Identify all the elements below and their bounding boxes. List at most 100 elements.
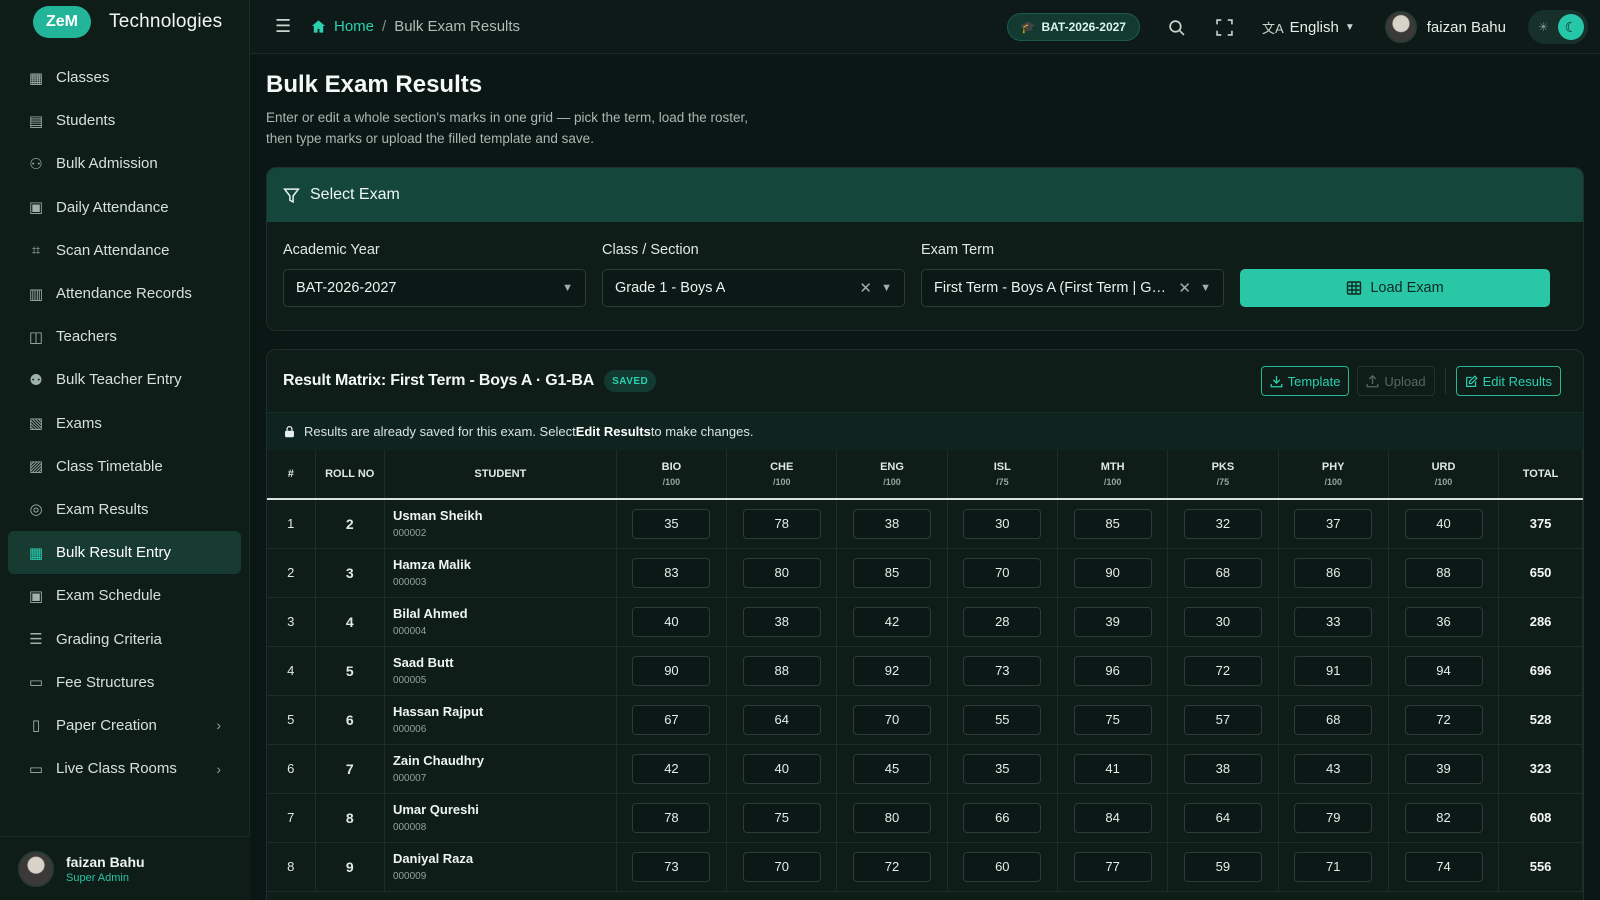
mark-input-che[interactable]: 38 xyxy=(742,606,821,637)
theme-toggle[interactable]: ☀ ☾ xyxy=(1528,10,1588,44)
clear-icon[interactable]: ✕ xyxy=(1178,279,1191,297)
mark-input-pks[interactable]: 30 xyxy=(1183,606,1262,637)
sidebar-item-paper-creation[interactable]: ▯ Paper Creation › xyxy=(0,704,249,747)
class-section-select[interactable]: Grade 1 - Boys A ✕ ▼ xyxy=(602,269,905,307)
sidebar-item-exams[interactable]: ▧ Exams xyxy=(0,402,249,445)
mark-input-bio[interactable]: 35 xyxy=(632,508,711,539)
sidebar-item-grading-criteria[interactable]: ☰ Grading Criteria xyxy=(0,617,249,660)
mark-input-che[interactable]: 70 xyxy=(742,851,821,882)
mark-input-che[interactable]: 64 xyxy=(742,704,821,735)
mark-input-eng[interactable]: 85 xyxy=(853,557,932,588)
mark-input-bio[interactable]: 73 xyxy=(632,851,711,882)
mark-input-isl[interactable]: 66 xyxy=(963,802,1042,833)
mark-input-mth[interactable]: 41 xyxy=(1073,753,1152,784)
mark-input-mth[interactable]: 39 xyxy=(1073,606,1152,637)
sidebar-item-class-timetable[interactable]: ▨ Class Timetable xyxy=(0,445,249,488)
sidebar-item-scan-attendance[interactable]: ⌗ Scan Attendance xyxy=(0,229,249,272)
mark-input-pks[interactable]: 32 xyxy=(1183,508,1262,539)
mark-input-isl[interactable]: 30 xyxy=(963,508,1042,539)
sidebar-item-exam-schedule[interactable]: ▣ Exam Schedule xyxy=(0,574,249,617)
sidebar-item-exam-results[interactable]: ◎ Exam Results xyxy=(0,488,249,531)
mark-input-pks[interactable]: 64 xyxy=(1183,802,1262,833)
sidebar-item-bulk-result-entry[interactable]: ▦ Bulk Result Entry xyxy=(8,531,241,575)
sidebar-item-bulk-admission[interactable]: ⚇ Bulk Admission xyxy=(0,142,249,185)
mark-input-eng[interactable]: 45 xyxy=(853,753,932,784)
sidebar-item-teachers[interactable]: ◫ Teachers xyxy=(0,315,249,358)
sidebar-item-bulk-teacher-entry[interactable]: ⚉ Bulk Teacher Entry xyxy=(0,358,249,401)
mark-input-urd[interactable]: 39 xyxy=(1404,753,1483,784)
mark-input-mth[interactable]: 75 xyxy=(1073,704,1152,735)
mark-input-eng[interactable]: 38 xyxy=(853,508,932,539)
mark-input-mth[interactable]: 90 xyxy=(1073,557,1152,588)
mark-input-mth[interactable]: 96 xyxy=(1073,655,1152,686)
mark-input-che[interactable]: 80 xyxy=(742,557,821,588)
mark-input-pks[interactable]: 57 xyxy=(1183,704,1262,735)
edit-results-button[interactable]: Edit Results xyxy=(1455,366,1561,396)
mark-input-mth[interactable]: 77 xyxy=(1073,851,1152,882)
mark-input-phy[interactable]: 91 xyxy=(1294,655,1373,686)
breadcrumb-home[interactable]: Home xyxy=(311,18,374,35)
mark-input-phy[interactable]: 68 xyxy=(1294,704,1373,735)
mark-input-bio[interactable]: 67 xyxy=(632,704,711,735)
mark-input-pks[interactable]: 72 xyxy=(1183,655,1262,686)
mark-input-isl[interactable]: 73 xyxy=(963,655,1042,686)
mark-input-che[interactable]: 88 xyxy=(742,655,821,686)
mark-input-urd[interactable]: 36 xyxy=(1404,606,1483,637)
language-selector[interactable]: 文A English ▼ xyxy=(1262,18,1355,37)
template-button[interactable]: Template xyxy=(1260,366,1350,396)
header-user-menu[interactable]: faizan Bahu xyxy=(1384,11,1506,43)
mark-input-bio[interactable]: 78 xyxy=(632,802,711,833)
upload-button[interactable]: Upload xyxy=(1357,366,1435,396)
mark-input-pks[interactable]: 38 xyxy=(1183,753,1262,784)
mark-input-phy[interactable]: 37 xyxy=(1294,508,1373,539)
mark-input-phy[interactable]: 43 xyxy=(1294,753,1373,784)
load-exam-button[interactable]: Load Exam xyxy=(1240,269,1550,307)
sidebar-item-partial[interactable] xyxy=(0,44,249,56)
sidebar-item-classes[interactable]: ▦ Classes xyxy=(0,56,249,99)
mark-input-isl[interactable]: 70 xyxy=(963,557,1042,588)
mark-input-urd[interactable]: 88 xyxy=(1404,557,1483,588)
mark-input-urd[interactable]: 72 xyxy=(1404,704,1483,735)
mark-input-isl[interactable]: 55 xyxy=(963,704,1042,735)
mark-input-bio[interactable]: 40 xyxy=(632,606,711,637)
mark-input-bio[interactable]: 90 xyxy=(632,655,711,686)
sidebar-user-card[interactable]: faizan Bahu Super Admin xyxy=(0,836,250,900)
mark-input-isl[interactable]: 35 xyxy=(963,753,1042,784)
menu-toggle-icon[interactable]: ☰ xyxy=(275,16,295,37)
mark-input-urd[interactable]: 40 xyxy=(1404,508,1483,539)
sidebar-item-fee-structures[interactable]: ▭ Fee Structures xyxy=(0,661,249,704)
mark-input-isl[interactable]: 60 xyxy=(963,851,1042,882)
exam-term-select[interactable]: First Term - Boys A (First Term | G1 - B… xyxy=(921,269,1224,307)
mark-input-urd[interactable]: 74 xyxy=(1404,851,1483,882)
mark-input-bio[interactable]: 42 xyxy=(632,753,711,784)
mark-input-isl[interactable]: 28 xyxy=(963,606,1042,637)
mark-input-phy[interactable]: 71 xyxy=(1294,851,1373,882)
fullscreen-icon[interactable] xyxy=(1214,18,1236,36)
brand[interactable]: ZeM Technologies xyxy=(0,0,249,44)
mark-input-che[interactable]: 40 xyxy=(742,753,821,784)
mark-input-phy[interactable]: 33 xyxy=(1294,606,1373,637)
mark-input-eng[interactable]: 72 xyxy=(853,851,932,882)
sidebar-item-attendance-records[interactable]: ▥ Attendance Records xyxy=(0,272,249,315)
mark-input-eng[interactable]: 80 xyxy=(853,802,932,833)
mark-input-mth[interactable]: 85 xyxy=(1073,508,1152,539)
clear-icon[interactable]: ✕ xyxy=(859,279,872,297)
search-icon[interactable] xyxy=(1166,19,1188,36)
mark-input-che[interactable]: 75 xyxy=(742,802,821,833)
mark-input-mth[interactable]: 84 xyxy=(1073,802,1152,833)
sidebar-item-live-class-rooms[interactable]: ▭ Live Class Rooms › xyxy=(0,747,249,790)
sidebar-item-daily-attendance[interactable]: ▣ Daily Attendance xyxy=(0,186,249,229)
mark-input-eng[interactable]: 92 xyxy=(853,655,932,686)
mark-input-pks[interactable]: 68 xyxy=(1183,557,1262,588)
mark-input-phy[interactable]: 79 xyxy=(1294,802,1373,833)
mark-input-pks[interactable]: 59 xyxy=(1183,851,1262,882)
academic-year-select[interactable]: BAT-2026-2027 ▼ xyxy=(283,269,586,307)
session-badge[interactable]: 🎓 BAT-2026-2027 xyxy=(1006,13,1140,41)
mark-input-eng[interactable]: 70 xyxy=(853,704,932,735)
mark-input-phy[interactable]: 86 xyxy=(1294,557,1373,588)
mark-input-bio[interactable]: 83 xyxy=(632,557,711,588)
mark-input-urd[interactable]: 94 xyxy=(1404,655,1483,686)
sidebar-item-students[interactable]: ▤ Students xyxy=(0,99,249,142)
mark-input-urd[interactable]: 82 xyxy=(1404,802,1483,833)
mark-input-eng[interactable]: 42 xyxy=(853,606,932,637)
